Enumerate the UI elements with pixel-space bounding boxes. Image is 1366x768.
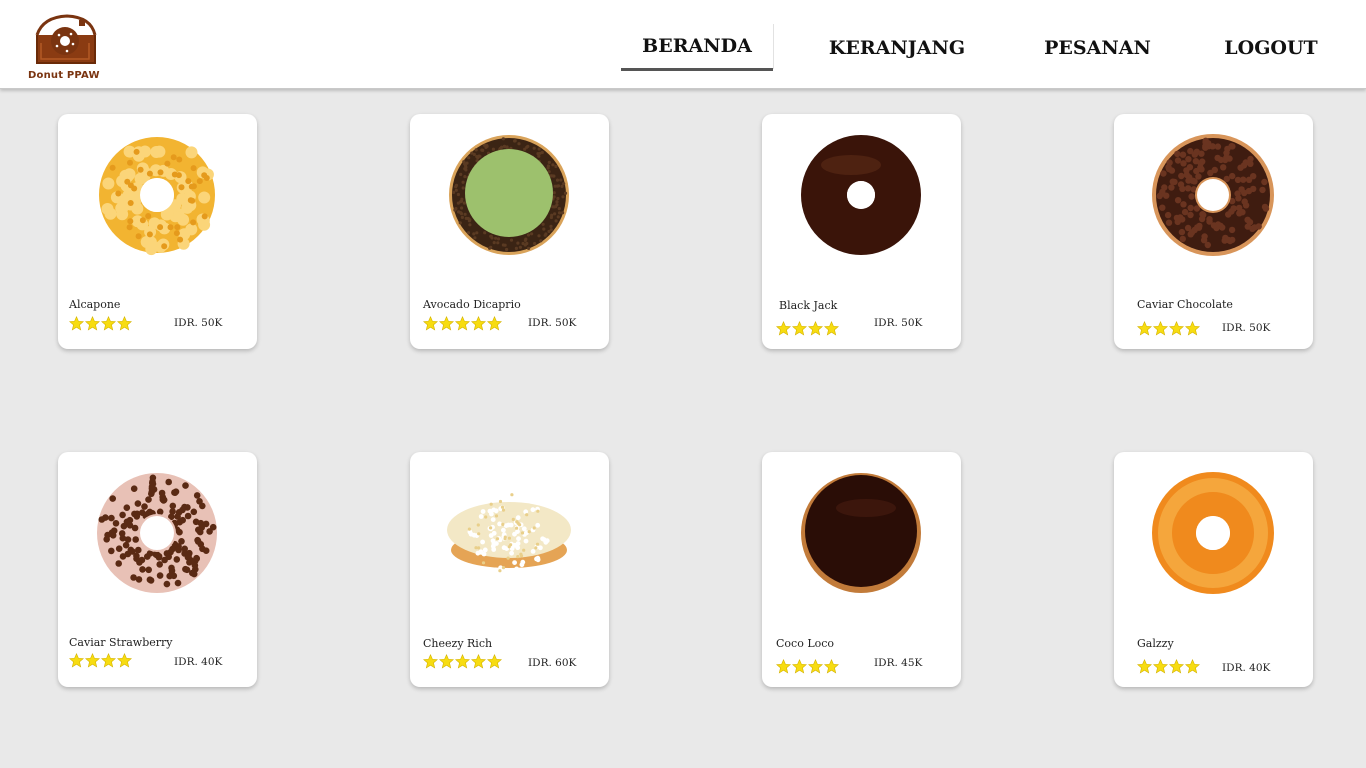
- star-icon: [808, 321, 823, 336]
- product-card[interactable]: Caviar Chocolate IDR. 50K: [1114, 114, 1313, 349]
- product-card[interactable]: Black Jack IDR. 50K: [762, 114, 961, 349]
- star-icon: [1137, 659, 1152, 674]
- star-icon: [101, 653, 116, 668]
- product-price: IDR. 50K: [874, 317, 923, 329]
- almond-donut-image: [92, 130, 222, 260]
- chocolate-filled-donut-image: [796, 468, 926, 598]
- star-icon: [439, 654, 454, 669]
- star-icon: [85, 316, 100, 331]
- star-icon: [69, 316, 84, 331]
- product-card[interactable]: Cheezy Rich IDR. 60K: [410, 452, 609, 687]
- chocolate-glazed-donut-image: [796, 130, 926, 260]
- product-name: Black Jack: [779, 299, 838, 312]
- nav-keranjang[interactable]: KERANJANG: [822, 24, 972, 71]
- star-icon: [487, 654, 502, 669]
- product-price: IDR. 40K: [174, 656, 223, 668]
- star-icon: [85, 653, 100, 668]
- product-price: IDR. 45K: [874, 657, 923, 669]
- nav-divider: [773, 24, 774, 69]
- product-card[interactable]: Avocado Dicaprio IDR. 50K: [410, 114, 609, 349]
- star-icon: [824, 659, 839, 674]
- star-icon: [117, 316, 132, 331]
- star-icon: [117, 653, 132, 668]
- star-icon: [1137, 321, 1152, 336]
- rating-stars: [69, 316, 132, 331]
- star-icon: [1153, 659, 1168, 674]
- star-icon: [471, 654, 486, 669]
- star-icon: [69, 653, 84, 668]
- star-icon: [101, 316, 116, 331]
- star-icon: [792, 321, 807, 336]
- nav-pesanan[interactable]: PESANAN: [1035, 24, 1160, 71]
- strawberry-caviar-donut-image: [92, 468, 222, 598]
- product-card[interactable]: Galzzy IDR. 40K: [1114, 452, 1313, 687]
- product-name: Galzzy: [1137, 637, 1174, 650]
- product-price: IDR. 50K: [174, 317, 223, 329]
- rating-stars: [423, 316, 502, 331]
- product-name: Coco Loco: [776, 637, 835, 650]
- top-navbar: Donut PPAW BERANDA KERANJANG PESANAN LOG…: [0, 0, 1366, 89]
- glazed-donut-image: [1148, 468, 1278, 598]
- star-icon: [455, 316, 470, 331]
- star-icon: [455, 654, 470, 669]
- nav-logout[interactable]: LOGOUT: [1220, 24, 1322, 71]
- donut-ppaw-logo[interactable]: Donut PPAW: [27, 11, 107, 81]
- rating-stars: [423, 654, 502, 669]
- nav-beranda[interactable]: BERANDA: [621, 24, 773, 71]
- product-card[interactable]: Coco Loco IDR. 45K: [762, 452, 961, 687]
- star-icon: [1169, 321, 1184, 336]
- star-icon: [1169, 659, 1184, 674]
- star-icon: [423, 316, 438, 331]
- product-price: IDR. 50K: [528, 317, 577, 329]
- rating-stars: [776, 659, 839, 674]
- product-price: IDR. 40K: [1222, 662, 1271, 674]
- star-icon: [471, 316, 486, 331]
- star-icon: [824, 321, 839, 336]
- product-card[interactable]: Caviar Strawberry IDR. 40K: [58, 452, 257, 687]
- product-card[interactable]: Alcapone IDR. 50K: [58, 114, 257, 349]
- logo-text: Donut PPAW: [28, 70, 100, 81]
- star-icon: [1153, 321, 1168, 336]
- rating-stars: [69, 653, 132, 668]
- star-icon: [1185, 321, 1200, 336]
- product-name: Caviar Strawberry: [69, 636, 173, 649]
- rating-stars: [776, 321, 839, 336]
- star-icon: [792, 659, 807, 674]
- rating-stars: [1137, 321, 1200, 336]
- product-name: Alcapone: [69, 298, 121, 311]
- rating-stars: [1137, 659, 1200, 674]
- product-price: IDR. 50K: [1222, 322, 1271, 334]
- cheese-donut-image: [444, 468, 574, 598]
- chocolate-caviar-donut-image: [1148, 130, 1278, 260]
- star-icon: [423, 654, 438, 669]
- star-icon: [487, 316, 502, 331]
- avocado-donut-image: [444, 130, 574, 260]
- product-name: Caviar Chocolate: [1137, 298, 1233, 311]
- donut-logo-icon: [35, 14, 97, 64]
- star-icon: [808, 659, 823, 674]
- star-icon: [776, 659, 791, 674]
- star-icon: [439, 316, 454, 331]
- product-name: Avocado Dicaprio: [423, 298, 521, 311]
- product-price: IDR. 60K: [528, 657, 577, 669]
- product-name: Cheezy Rich: [423, 637, 493, 650]
- star-icon: [1185, 659, 1200, 674]
- star-icon: [776, 321, 791, 336]
